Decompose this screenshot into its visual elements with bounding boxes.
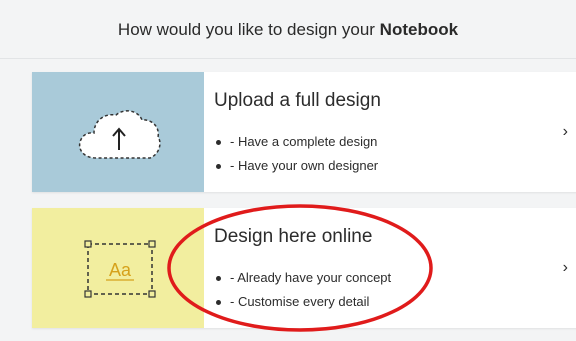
upload-bullet-2: - Have your own designer bbox=[216, 154, 378, 178]
chevron-right-icon[interactable]: › bbox=[563, 124, 568, 140]
upload-design-option[interactable]: Upload a full design - Have a complete d… bbox=[32, 72, 576, 192]
upload-option-bullets: - Have a complete design - Have your own… bbox=[216, 130, 378, 178]
cloud-upload-icon bbox=[78, 110, 161, 159]
design-icon-panel: Aa bbox=[32, 208, 204, 328]
upload-option-title: Upload a full design bbox=[214, 90, 381, 111]
page-title: How would you like to design your Notebo… bbox=[0, 20, 576, 40]
design-bullet-1: - Already have your concept bbox=[216, 266, 391, 290]
design-online-option[interactable]: Aa Design here online - Already have you… bbox=[32, 208, 576, 328]
text-icon-label: Aa bbox=[109, 260, 132, 280]
header-divider bbox=[0, 58, 576, 59]
text-edit-icon: Aa bbox=[84, 240, 156, 298]
design-option-bullets: - Already have your concept - Customise … bbox=[216, 266, 391, 314]
upload-bullet-1: - Have a complete design bbox=[216, 130, 378, 154]
design-bullet-2: - Customise every detail bbox=[216, 290, 391, 314]
page-title-prefix: How would you like to design your bbox=[117, 20, 380, 39]
upload-icon-panel bbox=[32, 72, 204, 192]
page-title-product: Notebook bbox=[379, 20, 459, 39]
chevron-right-icon[interactable]: › bbox=[563, 260, 568, 276]
design-option-title: Design here online bbox=[214, 226, 373, 247]
